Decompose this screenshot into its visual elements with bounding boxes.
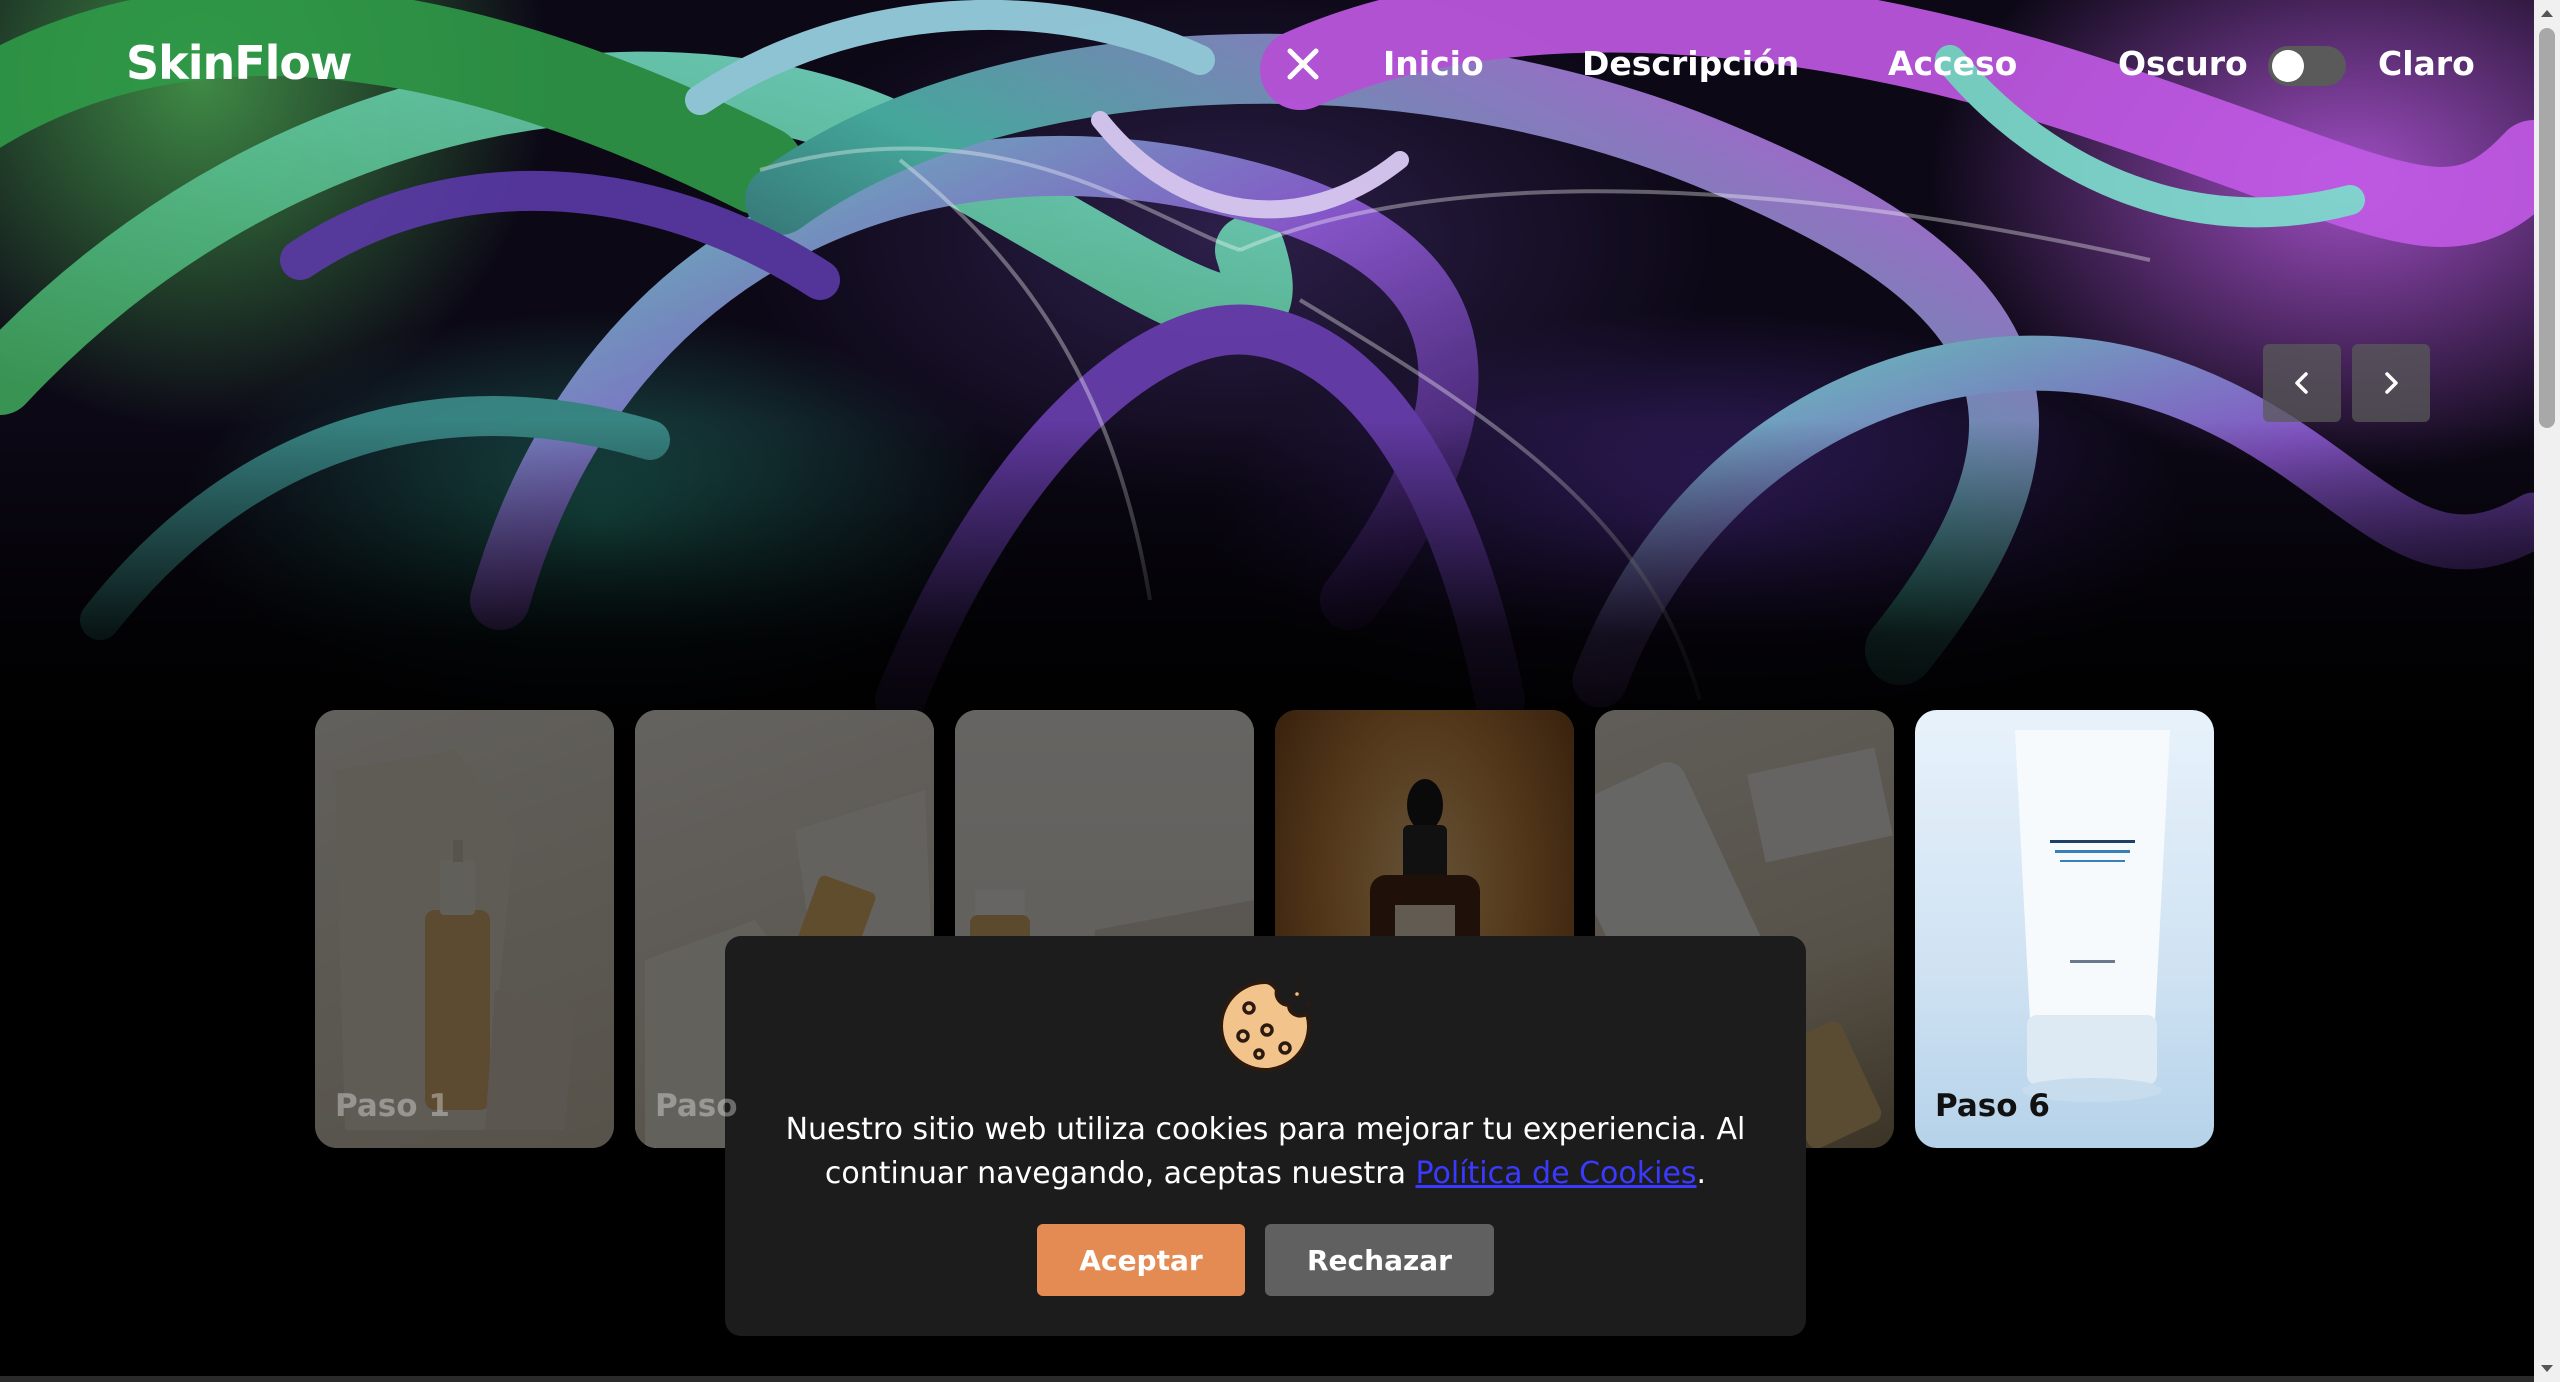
step-card-1[interactable]: Paso 1	[315, 710, 614, 1148]
step-card-label: Paso 1	[335, 1088, 450, 1124]
cookie-message: Nuestro sitio web utiliza cookies para m…	[785, 1108, 1746, 1196]
scroll-up-icon	[2541, 10, 2553, 17]
accept-cookies-button[interactable]: Aceptar	[1037, 1224, 1245, 1296]
chevron-left-icon	[2295, 372, 2308, 394]
slider-prev-button[interactable]	[2263, 344, 2341, 422]
close-icon	[1287, 48, 1319, 80]
nav-link-descripcion[interactable]: Descripción	[1582, 44, 1799, 83]
step-card-label: Paso 6	[1935, 1088, 2050, 1124]
brand-logo[interactable]: SkinFlow	[126, 36, 353, 90]
nav-link-inicio[interactable]: Inicio	[1383, 44, 1484, 83]
close-menu-button[interactable]	[1283, 44, 1323, 84]
product-image-sunscreen-tube	[2015, 730, 2170, 1102]
slider-next-button[interactable]	[2352, 344, 2430, 422]
theme-toggle[interactable]	[2268, 46, 2346, 86]
hero-background	[0, 0, 2534, 780]
cookie-policy-link[interactable]: Política de Cookies	[1416, 1156, 1697, 1191]
theme-toggle-knob	[2272, 50, 2304, 82]
page-bottom-edge	[0, 1376, 2534, 1382]
cookie-consent-dialog: Nuestro sitio web utiliza cookies para m…	[725, 936, 1806, 1336]
scroll-thumb[interactable]	[2539, 28, 2555, 428]
step-card-label: Paso	[655, 1088, 738, 1124]
scroll-up-button[interactable]	[2534, 0, 2560, 26]
reject-cookies-button[interactable]: Rechazar	[1265, 1224, 1494, 1296]
cookie-icon	[1218, 979, 1312, 1073]
theme-label-dark: Oscuro	[2118, 44, 2248, 83]
scroll-down-icon	[2541, 1365, 2553, 1372]
step-card-6[interactable]: Paso 6	[1915, 710, 2214, 1148]
nav-link-acceso[interactable]: Acceso	[1888, 44, 2017, 83]
theme-label-light: Claro	[2378, 44, 2475, 83]
page-scrollbar[interactable]	[2534, 0, 2560, 1382]
chevron-right-icon	[2385, 372, 2398, 394]
product-image-oil-bottle	[335, 750, 575, 1130]
scroll-down-button[interactable]	[2534, 1356, 2560, 1382]
cookie-message-end: .	[1696, 1156, 1707, 1191]
